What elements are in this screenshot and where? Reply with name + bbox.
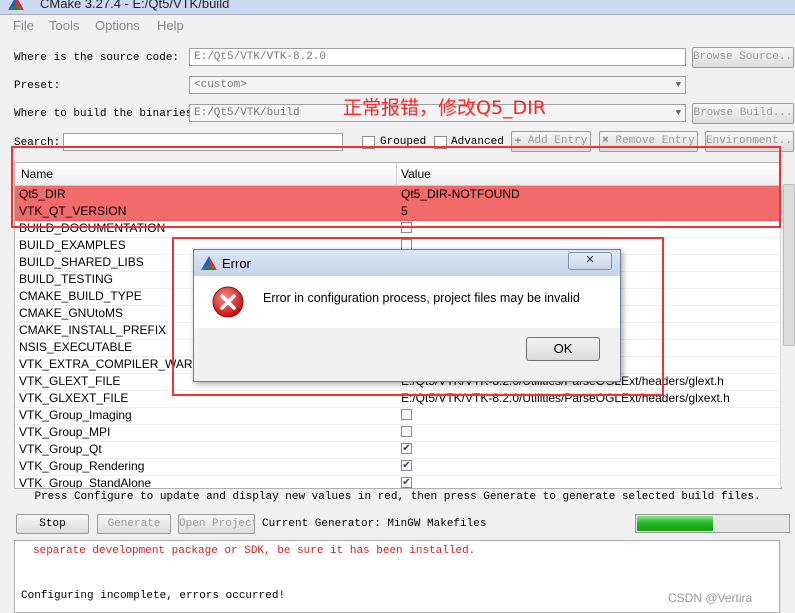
table-row[interactable]: VTK_Group_StandAlone ✔ (15, 475, 781, 489)
table-row[interactable]: VTK_Group_Rendering ✔ (15, 458, 781, 476)
table-row[interactable]: VTK_Group_MPI (15, 424, 781, 442)
row-name: BUILD_SHARED_LIBS (19, 255, 144, 269)
row-name: CMAKE_INSTALL_PREFIX (19, 323, 167, 337)
dialog-close-button[interactable]: ✕ (568, 252, 612, 270)
row-name: VTK_Group_Imaging (19, 408, 132, 422)
window-title-bar: CMake 3.27.4 - E:/Qt5/VTK/build (0, 0, 795, 15)
annotation-text: 正常报错，修改Q5_DIR (343, 97, 546, 119)
menu-bar: File Tools Options Help (0, 15, 795, 37)
chevron-down-icon: ▼ (675, 80, 681, 90)
build-path-value: E:/Qt5/VTK/build (194, 107, 300, 119)
table-row[interactable]: VTK_Group_Imaging (15, 407, 781, 425)
row-name: CMAKE_GNUtoMS (19, 306, 124, 320)
row-name: VTK_GLXEXT_FILE (19, 391, 129, 405)
row-name: BUILD_EXAMPLES (19, 238, 126, 252)
menu-file[interactable]: File (13, 18, 34, 33)
row-name: VTK_GLEXT_FILE (19, 374, 121, 388)
row-name: VTK_Group_MPI (19, 425, 111, 439)
watermark: CSDN @Vertira (668, 591, 753, 605)
menu-tools[interactable]: Tools (49, 18, 79, 33)
log-line: Configuring incomplete, errors occurred! (21, 590, 286, 602)
open-project-button[interactable]: Open Project (178, 514, 255, 534)
source-label: Where is the source code: (14, 52, 180, 64)
log-line: separate development package or SDK, be … (33, 545, 476, 557)
menu-options[interactable]: Options (95, 18, 140, 33)
generate-button[interactable]: Generate (97, 514, 171, 534)
chevron-down-icon: ▼ (675, 108, 681, 118)
window-title: CMake 3.27.4 - E:/Qt5/VTK/build (40, 0, 230, 11)
preset-value: <custom> (194, 79, 247, 91)
highlight-box-table-rows (11, 146, 781, 228)
browse-source-button[interactable]: Browse Source... (692, 47, 794, 68)
log-scrollbar[interactable] (780, 540, 795, 613)
error-dialog: Error ✕ Error in configuration process, … (193, 249, 621, 382)
row-name: BUILD_TESTING (19, 272, 114, 286)
table-row[interactable]: VTK_Group_Qt ✔ (15, 441, 781, 459)
checkbox-unchecked[interactable] (401, 426, 412, 437)
preset-label: Preset: (14, 80, 61, 92)
dialog-message: Error in configuration process, project … (263, 291, 580, 305)
dialog-body: Error in configuration process, project … (194, 276, 620, 328)
dialog-title: Error (222, 256, 251, 271)
checkbox-checked[interactable]: ✔ (401, 460, 412, 471)
progress-fill (637, 516, 713, 531)
cmake-logo-icon (8, 0, 24, 10)
status-instruction: Press Configure to update and display ne… (34, 491, 761, 503)
output-log[interactable]: separate development package or SDK, be … (14, 540, 780, 613)
browse-build-button[interactable]: Browse Build... (692, 103, 794, 124)
build-label: Where to build the binaries: (14, 108, 199, 120)
row-name: NSIS_EXECUTABLE (19, 340, 133, 354)
checkbox-checked[interactable]: ✔ (401, 443, 412, 454)
source-path-input[interactable]: E:/Qt5/VTK/VTK-8.2.0 (189, 48, 686, 66)
table-scrollbar[interactable] (780, 162, 795, 487)
row-name: CMAKE_BUILD_TYPE (19, 289, 142, 303)
scrollbar-thumb[interactable] (783, 184, 795, 346)
menu-help[interactable]: Help (157, 18, 184, 33)
preset-select[interactable]: <custom> ▼ (189, 76, 686, 94)
stop-button[interactable]: Stop (16, 514, 89, 534)
cmake-logo-icon (201, 256, 217, 270)
row-name: VTK_Group_Qt (19, 442, 102, 456)
checkbox-unchecked[interactable] (401, 409, 412, 420)
ok-button[interactable]: OK (526, 337, 600, 361)
current-generator: Current Generator: MinGW Makefiles (262, 518, 487, 530)
row-name: VTK_Group_Rendering (19, 459, 145, 473)
progress-bar (635, 514, 790, 533)
dialog-title-bar: Error ✕ (194, 250, 620, 276)
close-icon: ✕ (585, 254, 595, 266)
checkbox-checked[interactable]: ✔ (401, 477, 412, 488)
row-name: VTK_Group_StandAlone (19, 476, 152, 489)
error-icon (212, 286, 244, 318)
